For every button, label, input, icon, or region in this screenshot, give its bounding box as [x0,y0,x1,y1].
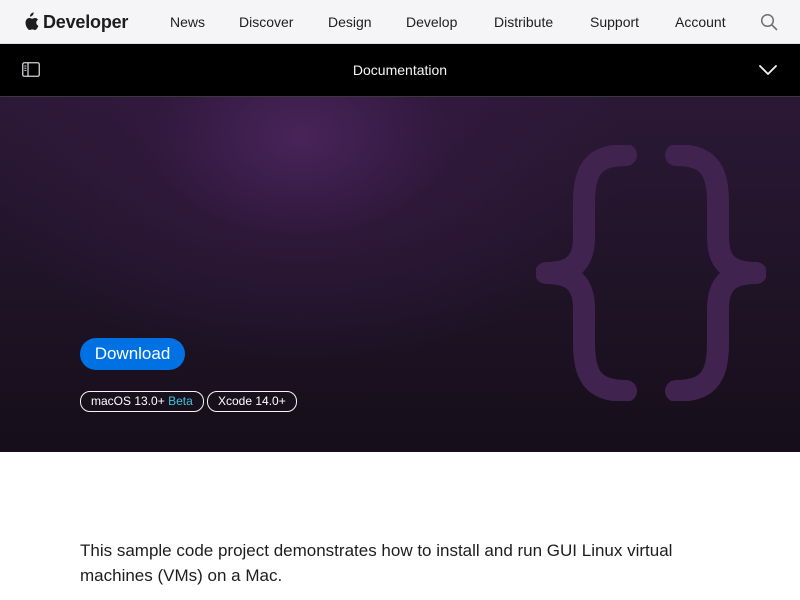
curly-braces-icon [536,145,766,401]
nav-item-develop[interactable]: Develop [406,0,457,44]
brand-name: Developer [43,11,129,32]
nav-item-news[interactable]: News [170,0,205,44]
abstract-text: This sample code project demonstrates ho… [80,541,673,585]
download-button[interactable]: Download [80,338,185,370]
hero-banner: Download macOS 13.0+ Beta Xcode 14.0+ [0,97,800,452]
platform-badge-macos: macOS 13.0+ Beta [80,391,204,412]
search-icon[interactable] [760,13,778,31]
badge-text: Xcode 14.0+ [218,394,286,408]
apple-logo-icon [25,12,39,30]
chevron-down-icon[interactable] [758,64,778,76]
developer-home-link[interactable]: Developer [22,10,128,34]
documentation-bar: Documentation [0,44,800,97]
nav-item-support[interactable]: Support [590,0,639,44]
documentation-title[interactable]: Documentation [0,44,800,96]
badge-text: macOS 13.0+ [91,394,165,408]
nav-item-design[interactable]: Design [328,0,372,44]
global-nav: Developer News Discover Design Develop D… [0,0,800,44]
platform-badge-xcode: Xcode 14.0+ [207,391,297,412]
nav-item-distribute[interactable]: Distribute [494,0,553,44]
beta-label: Beta [168,394,193,408]
nav-item-account[interactable]: Account [675,0,726,44]
nav-item-discover[interactable]: Discover [239,0,293,44]
